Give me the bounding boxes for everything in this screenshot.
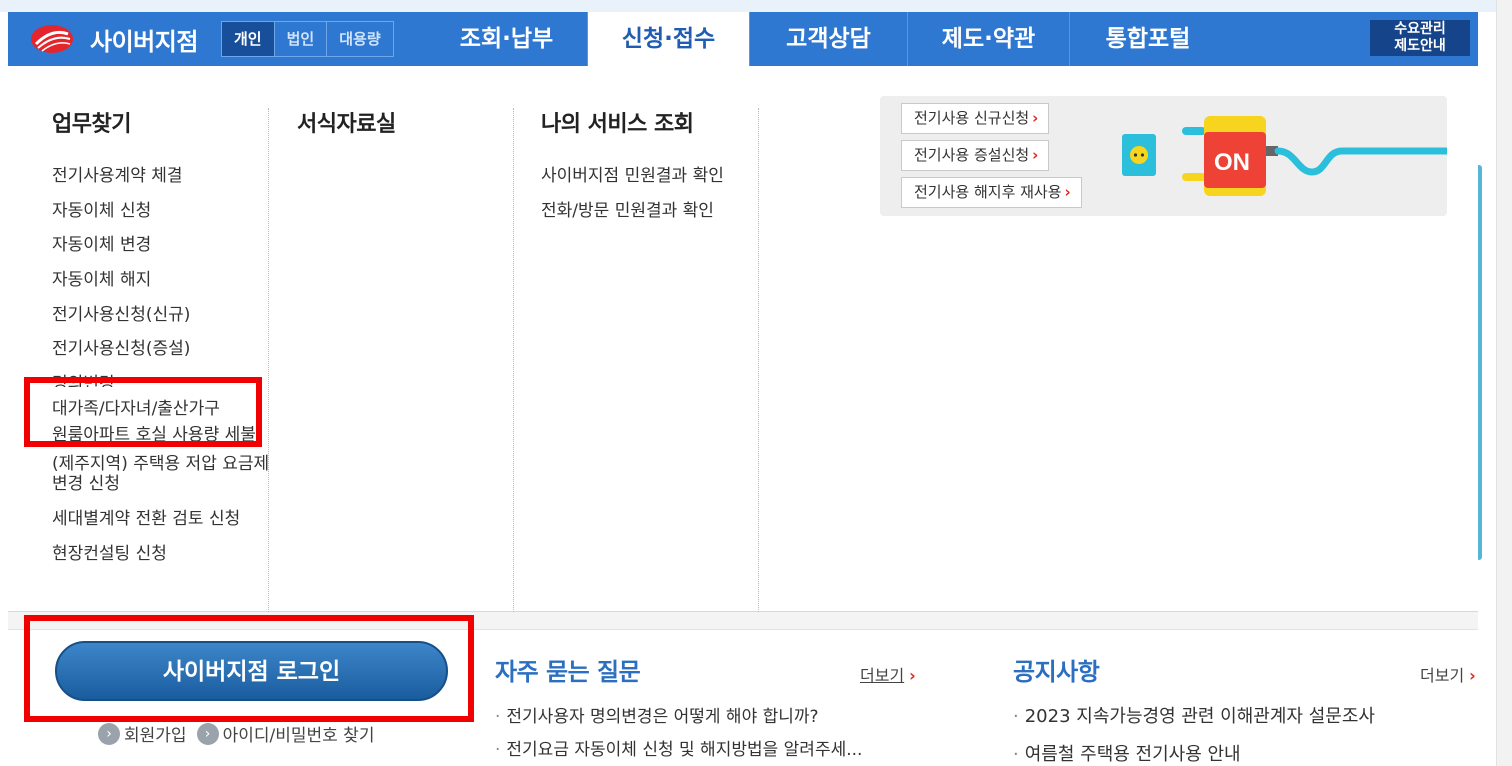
faq-item[interactable]: 전기요금 자동이체 신청 및 해지방법을 알려주세... bbox=[495, 739, 862, 761]
menu-column-my-service: 나의 서비스 조회 사이버지점 민원결과 확인 전화/방문 민원결과 확인 bbox=[541, 106, 759, 235]
my-service-list: 사이버지점 민원결과 확인 전화/방문 민원결과 확인 bbox=[541, 166, 759, 221]
segment-personal[interactable]: 개인 bbox=[222, 22, 275, 56]
menu-item-phone-visit-result[interactable]: 전화/방문 민원결과 확인 bbox=[541, 201, 759, 221]
more-label: 더보기 bbox=[1420, 666, 1465, 685]
cyber-branch-login-button[interactable]: 사이버지점 로그인 bbox=[55, 641, 448, 701]
column-divider bbox=[758, 108, 759, 612]
kepco-logo-icon[interactable] bbox=[30, 24, 74, 54]
chevron-right-icon: › bbox=[1064, 183, 1071, 201]
menu-item-autopay-apply[interactable]: 자동이체 신청 bbox=[52, 201, 270, 221]
notice-list: 2023 지속가능경영 관련 이해관계자 설문조사 여름철 주택용 전기사용 안… bbox=[1013, 706, 1375, 766]
demand-line1: 수요관리 bbox=[1394, 21, 1446, 37]
menu-item-household-contract[interactable]: 세대별계약 전환 검토 신청 bbox=[52, 509, 270, 529]
account-links: › 회원가입 › 아이디/비밀번호 찾기 bbox=[98, 721, 374, 746]
plug-label: ON bbox=[1214, 149, 1250, 176]
brand-title[interactable]: 사이버지점 bbox=[90, 22, 198, 57]
menu-column-find-tasks: 업무찾기 전기사용계약 체결 자동이체 신청 자동이체 변경 자동이체 해지 전… bbox=[52, 106, 270, 578]
chevron-right-icon: › bbox=[909, 666, 916, 685]
promo-reuse-button[interactable]: 전기사용 해지후 재사용 › bbox=[901, 177, 1082, 208]
menu-item-cyber-result[interactable]: 사이버지점 민원결과 확인 bbox=[541, 166, 759, 186]
plug-illustration-icon: ON bbox=[1122, 116, 1447, 196]
menu-item-new-usage[interactable]: 전기사용신청(신규) bbox=[52, 305, 270, 325]
signup-link[interactable]: 회원가입 bbox=[124, 721, 187, 746]
menu-column-forms: 서식자료실 bbox=[297, 106, 396, 166]
chevron-right-icon: › bbox=[1469, 666, 1476, 685]
find-id-password-link[interactable]: 아이디/비밀번호 찾기 bbox=[223, 721, 375, 746]
notice-more-link[interactable]: 더보기 › bbox=[1420, 662, 1476, 686]
customer-type-switch: 개인 법인 대용량 bbox=[221, 21, 394, 57]
column-title[interactable]: 서식자료실 bbox=[297, 106, 396, 138]
nav-inquiry-payment[interactable]: 조회·납부 bbox=[426, 12, 588, 66]
main-nav: 조회·납부 신청·접수 고객상담 제도·약관 통합포털 bbox=[426, 12, 1226, 66]
column-divider bbox=[513, 108, 514, 612]
column-title: 나의 서비스 조회 bbox=[541, 112, 694, 137]
page-top-strip bbox=[0, 0, 1512, 12]
menu-item-autopay-change[interactable]: 자동이체 변경 bbox=[52, 235, 270, 255]
menu-item-large-family[interactable]: 대가족/다자녀/출산가구 bbox=[52, 399, 270, 416]
notice-item[interactable]: 2023 지속가능경영 관련 이해관계자 설문조사 bbox=[1013, 706, 1375, 728]
chevron-right-icon: › bbox=[1032, 146, 1039, 164]
promo-new-usage-button[interactable]: 전기사용 신규신청 › bbox=[901, 103, 1050, 134]
notice-title[interactable]: 공지사항 bbox=[1013, 652, 1100, 687]
promo-increase-usage-button[interactable]: 전기사용 증설신청 › bbox=[901, 140, 1050, 171]
menu-item-jeju-rate[interactable]: (제주지역) 주택용 저압 요금제 변경 신청 bbox=[52, 454, 270, 494]
menu-item-autopay-cancel[interactable]: 자동이체 해지 bbox=[52, 270, 270, 290]
faq-item[interactable]: 전기사용자 명의변경은 어떻게 해야 합니까? bbox=[495, 706, 862, 728]
nav-policy-terms[interactable]: 제도·약관 bbox=[908, 12, 1070, 66]
menu-item-increase-usage[interactable]: 전기사용신청(증설) bbox=[52, 339, 270, 359]
promo-banner: 전기사용 신규신청 › 전기사용 증설신청 › 전기사용 해지후 재사용 › ON bbox=[880, 96, 1447, 216]
column-title: 업무찾기 bbox=[52, 112, 131, 137]
more-label: 더보기 bbox=[860, 666, 905, 685]
promo-label: 전기사용 해지후 재사용 bbox=[914, 183, 1062, 201]
faq-more-link[interactable]: 더보기 › bbox=[860, 662, 916, 686]
demand-line2: 제도안내 bbox=[1394, 38, 1446, 54]
column-divider bbox=[268, 108, 269, 612]
promo-label: 전기사용 증설신청 bbox=[914, 146, 1030, 164]
nav-integrated-portal[interactable]: 통합포털 bbox=[1070, 12, 1226, 66]
notice-item[interactable]: 여름철 주택용 전기사용 안내 bbox=[1013, 744, 1375, 766]
menu-item-name-change[interactable]: 명의변경 bbox=[52, 374, 270, 387]
menu-panel-footer bbox=[8, 612, 1478, 630]
top-nav-bar: 사이버지점 개인 법인 대용량 조회·납부 신청·접수 고객상담 제도·약관 통… bbox=[8, 12, 1478, 66]
chevron-right-icon: › bbox=[1032, 109, 1039, 127]
faq-title[interactable]: 자주 묻는 질문 bbox=[495, 652, 641, 687]
demand-management-button[interactable]: 수요관리 제도안내 bbox=[1370, 20, 1470, 56]
arrow-circle-icon: › bbox=[196, 722, 219, 745]
mega-menu-panel: 업무찾기 전기사용계약 체결 자동이체 신청 자동이체 변경 자동이체 해지 전… bbox=[8, 66, 1478, 612]
promo-label: 전기사용 신규신청 bbox=[914, 109, 1030, 127]
menu-item-onsite-consulting[interactable]: 현장컨설팅 신청 bbox=[52, 544, 270, 564]
faq-list: 전기사용자 명의변경은 어떻게 해야 합니까? 전기요금 자동이체 신청 및 해… bbox=[495, 706, 862, 761]
segment-corporate[interactable]: 법인 bbox=[275, 22, 328, 56]
nav-application[interactable]: 신청·접수 bbox=[588, 12, 750, 66]
arrow-circle-icon: › bbox=[98, 722, 120, 745]
segment-large-volume[interactable]: 대용량 bbox=[327, 22, 392, 56]
menu-item-contract[interactable]: 전기사용계약 체결 bbox=[52, 166, 270, 186]
nav-customer-service[interactable]: 고객상담 bbox=[750, 12, 908, 66]
menu-item-room-billing[interactable]: 원룸아파트 호실 사용량 세불 bbox=[52, 425, 270, 442]
task-list: 전기사용계약 체결 자동이체 신청 자동이체 변경 자동이체 해지 전기사용신청… bbox=[52, 166, 270, 564]
page-scrollbar[interactable] bbox=[1496, 0, 1512, 766]
